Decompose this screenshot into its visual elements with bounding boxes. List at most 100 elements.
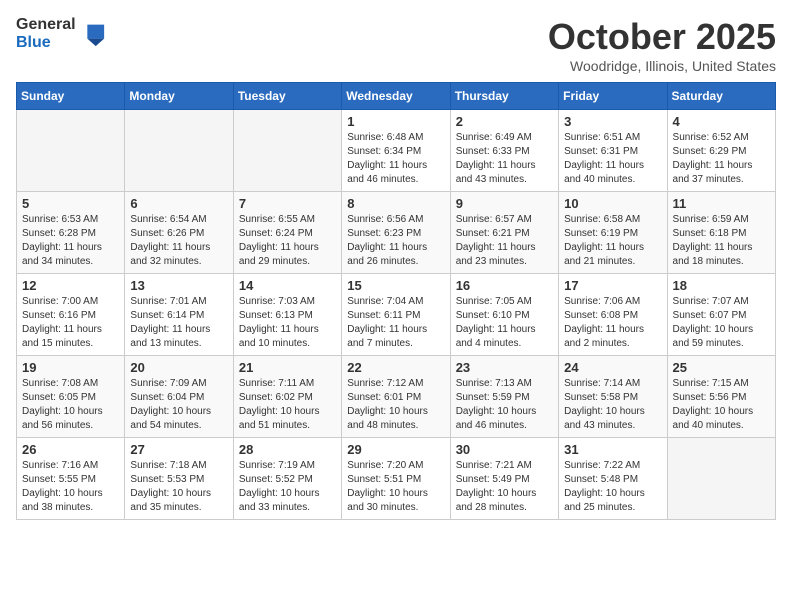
calendar-cell: 29 Sunrise: 7:20 AM Sunset: 5:51 PM Dayli… [342,438,450,520]
day-number: 19 [22,360,119,375]
day-number: 30 [456,442,553,457]
calendar-cell: 6 Sunrise: 6:54 AM Sunset: 6:26 PM Daylig… [125,192,233,274]
header-thursday: Thursday [450,83,558,110]
week-row-2: 12 Sunrise: 7:00 AM Sunset: 6:16 PM Dayli… [17,274,776,356]
day-number: 31 [564,442,661,457]
day-info: Sunrise: 7:13 AM Sunset: 5:59 PM Dayligh… [456,377,553,433]
day-info: Sunrise: 7:09 AM Sunset: 6:04 PM Dayligh… [130,377,227,433]
day-number: 6 [130,196,227,211]
calendar-cell: 3 Sunrise: 6:51 AM Sunset: 6:31 PM Daylig… [559,110,667,192]
calendar-cell: 5 Sunrise: 6:53 AM Sunset: 6:28 PM Daylig… [17,192,125,274]
calendar-cell: 14Sunrise: 7:03 AM Sunset: 6:13 PM Dayli… [233,274,341,356]
day-info: Sunrise: 6:53 AM Sunset: 6:28 PM Dayligh… [22,213,119,269]
day-info: Sunrise: 7:21 AM Sunset: 5:49 PM Dayligh… [456,459,553,515]
day-info: Sunrise: 6:49 AM Sunset: 6:33 PM Dayligh… [456,131,553,187]
logo-general: General [16,16,76,34]
day-info: Sunrise: 6:48 AM Sunset: 6:34 PM Dayligh… [347,131,444,187]
day-number: 24 [564,360,661,375]
day-info: Sunrise: 7:04 AM Sunset: 6:11 PM Dayligh… [347,295,444,351]
calendar-cell [17,110,125,192]
calendar-cell: 31Sunrise: 7:22 AM Sunset: 5:48 PM Dayli… [559,438,667,520]
day-number: 20 [130,360,227,375]
day-number: 22 [347,360,444,375]
day-info: Sunrise: 7:11 AM Sunset: 6:02 PM Dayligh… [239,377,336,433]
day-number: 21 [239,360,336,375]
calendar-cell: 28 Sunrise: 7:19 AM Sunset: 5:52 PM Dayli… [233,438,341,520]
calendar-cell: 11Sunrise: 6:59 AM Sunset: 6:18 PM Dayli… [667,192,775,274]
day-info: Sunrise: 7:05 AM Sunset: 6:10 PM Dayligh… [456,295,553,351]
calendar-header-row: SundayMondayTuesdayWednesdayThursdayFrid… [17,83,776,110]
day-info: Sunrise: 7:15 AM Sunset: 5:56 PM Dayligh… [673,377,770,433]
day-number: 9 [456,196,553,211]
header-wednesday: Wednesday [342,83,450,110]
calendar-cell: 2 Sunrise: 6:49 AM Sunset: 6:33 PM Daylig… [450,110,558,192]
header-tuesday: Tuesday [233,83,341,110]
day-info: Sunrise: 6:54 AM Sunset: 6:26 PM Dayligh… [130,213,227,269]
location: Woodridge, Illinois, United States [548,58,776,74]
calendar-cell: 9 Sunrise: 6:57 AM Sunset: 6:21 PM Daylig… [450,192,558,274]
day-number: 12 [22,278,119,293]
calendar-cell: 16Sunrise: 7:05 AM Sunset: 6:10 PM Dayli… [450,274,558,356]
day-info: Sunrise: 7:07 AM Sunset: 6:07 PM Dayligh… [673,295,770,351]
day-number: 5 [22,196,119,211]
day-number: 18 [673,278,770,293]
logo-icon [78,20,106,48]
week-row-4: 26Sunrise: 7:16 AM Sunset: 5:55 PM Dayli… [17,438,776,520]
calendar-cell: 15 Sunrise: 7:04 AM Sunset: 6:11 PM Dayli… [342,274,450,356]
header-monday: Monday [125,83,233,110]
calendar-cell: 1Sunrise: 6:48 AM Sunset: 6:34 PM Daylig… [342,110,450,192]
day-number: 4 [673,114,770,129]
day-info: Sunrise: 7:20 AM Sunset: 5:51 PM Dayligh… [347,459,444,515]
day-info: Sunrise: 6:58 AM Sunset: 6:19 PM Dayligh… [564,213,661,269]
day-number: 27 [130,442,227,457]
header-friday: Friday [559,83,667,110]
day-number: 23 [456,360,553,375]
calendar-cell: 7Sunrise: 6:55 AM Sunset: 6:24 PM Daylig… [233,192,341,274]
day-number: 15 [347,278,444,293]
header-saturday: Saturday [667,83,775,110]
day-number: 3 [564,114,661,129]
day-number: 29 [347,442,444,457]
calendar-cell: 30 Sunrise: 7:21 AM Sunset: 5:49 PM Dayli… [450,438,558,520]
week-row-3: 19 Sunrise: 7:08 AM Sunset: 6:05 PM Dayli… [17,356,776,438]
page-header: General Blue October 2025 Woodridge, Ill… [16,16,776,74]
day-info: Sunrise: 7:16 AM Sunset: 5:55 PM Dayligh… [22,459,119,515]
calendar-cell [667,438,775,520]
day-info: Sunrise: 6:57 AM Sunset: 6:21 PM Dayligh… [456,213,553,269]
calendar-cell: 12 Sunrise: 7:00 AM Sunset: 6:16 PM Dayli… [17,274,125,356]
day-info: Sunrise: 7:03 AM Sunset: 6:13 PM Dayligh… [239,295,336,351]
day-info: Sunrise: 7:12 AM Sunset: 6:01 PM Dayligh… [347,377,444,433]
day-number: 2 [456,114,553,129]
calendar-cell: 10 Sunrise: 6:58 AM Sunset: 6:19 PM Dayli… [559,192,667,274]
day-info: Sunrise: 7:00 AM Sunset: 6:16 PM Dayligh… [22,295,119,351]
day-info: Sunrise: 7:14 AM Sunset: 5:58 PM Dayligh… [564,377,661,433]
day-info: Sunrise: 7:06 AM Sunset: 6:08 PM Dayligh… [564,295,661,351]
calendar-cell: 27 Sunrise: 7:18 AM Sunset: 5:53 PM Dayli… [125,438,233,520]
logo: General Blue [16,16,106,51]
calendar-cell: 19 Sunrise: 7:08 AM Sunset: 6:05 PM Dayli… [17,356,125,438]
header-sunday: Sunday [17,83,125,110]
day-number: 28 [239,442,336,457]
calendar-cell: 4Sunrise: 6:52 AM Sunset: 6:29 PM Daylig… [667,110,775,192]
day-number: 8 [347,196,444,211]
day-info: Sunrise: 6:59 AM Sunset: 6:18 PM Dayligh… [673,213,770,269]
week-row-0: 1Sunrise: 6:48 AM Sunset: 6:34 PM Daylig… [17,110,776,192]
calendar-cell: 22 Sunrise: 7:12 AM Sunset: 6:01 PM Dayli… [342,356,450,438]
day-number: 10 [564,196,661,211]
calendar-cell: 25Sunrise: 7:15 AM Sunset: 5:56 PM Dayli… [667,356,775,438]
day-info: Sunrise: 6:51 AM Sunset: 6:31 PM Dayligh… [564,131,661,187]
day-number: 13 [130,278,227,293]
day-info: Sunrise: 7:01 AM Sunset: 6:14 PM Dayligh… [130,295,227,351]
logo-text: General Blue [16,16,76,51]
calendar-cell [125,110,233,192]
calendar-cell: 20 Sunrise: 7:09 AM Sunset: 6:04 PM Dayli… [125,356,233,438]
day-info: Sunrise: 7:19 AM Sunset: 5:52 PM Dayligh… [239,459,336,515]
day-info: Sunrise: 6:55 AM Sunset: 6:24 PM Dayligh… [239,213,336,269]
calendar-cell: 24 Sunrise: 7:14 AM Sunset: 5:58 PM Dayli… [559,356,667,438]
calendar-cell: 17Sunrise: 7:06 AM Sunset: 6:08 PM Dayli… [559,274,667,356]
calendar-cell: 18 Sunrise: 7:07 AM Sunset: 6:07 PM Dayli… [667,274,775,356]
calendar-cell: 23 Sunrise: 7:13 AM Sunset: 5:59 PM Dayli… [450,356,558,438]
day-info: Sunrise: 7:08 AM Sunset: 6:05 PM Dayligh… [22,377,119,433]
day-info: Sunrise: 7:18 AM Sunset: 5:53 PM Dayligh… [130,459,227,515]
calendar-cell [233,110,341,192]
